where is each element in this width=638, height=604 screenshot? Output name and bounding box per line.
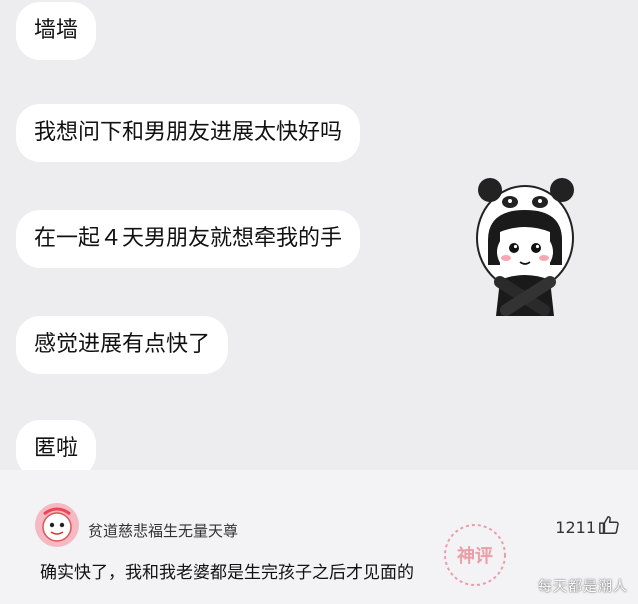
thumbs-up-icon[interactable] [598, 514, 620, 536]
comment-text: 确实快了，我和我老婆都是生完孩子之后才见面的 [40, 563, 414, 583]
comment-username[interactable]: 贫道慈悲福生无量天尊 [88, 520, 238, 541]
like-count: 1211 [555, 518, 596, 537]
message-bubble: 墙墙 [16, 2, 97, 60]
hot-comment-stamp: 神评 [444, 524, 506, 586]
panda-girl-sticker [476, 178, 574, 316]
message-bubble: 感觉进展有点快了 [16, 316, 229, 374]
comment-card: 贫道慈悲福生无量天尊 神评 1211 确实快了，我和我老婆都是生完孩子之后才见面… [0, 470, 638, 604]
watermark: 每天都是潮人 [538, 579, 628, 595]
chat-area: 墙墙 我想问下和男朋友进展太快好吗 在一起４天男朋友就想牵我的手 感觉进展有点快… [0, 0, 638, 478]
message-bubble: 我想问下和男朋友进展太快好吗 [16, 104, 361, 162]
message-bubble: 在一起４天男朋友就想牵我的手 [16, 210, 361, 268]
cartoon-avatar-icon[interactable] [34, 502, 80, 548]
stamp-text: 神评 [457, 545, 493, 567]
